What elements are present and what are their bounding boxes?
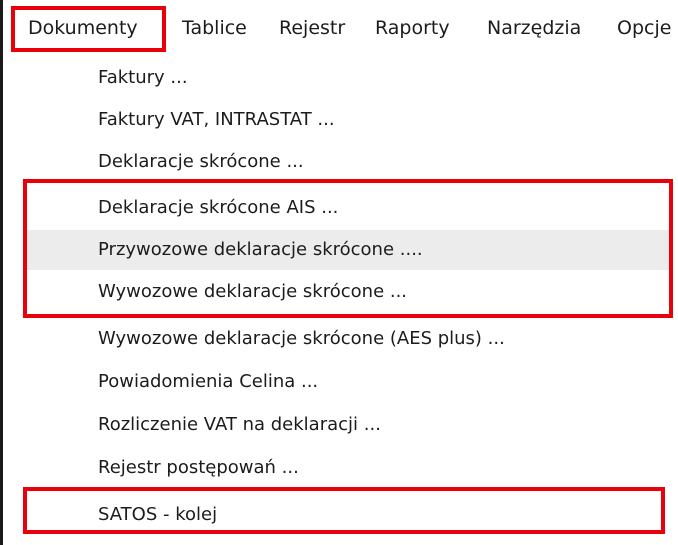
- menu-item-deklaracje-skrocone[interactable]: Deklaracje skrócone ...: [23, 142, 673, 182]
- menu-dokumenty[interactable]: Dokumenty: [28, 14, 138, 42]
- menu-bar: Dokumenty Tablice Rejestr Raporty Narzęd…: [3, 0, 678, 58]
- menu-item-label: Deklaracje skrócone AIS ...: [98, 197, 339, 218]
- menu-raporty[interactable]: Raporty: [375, 14, 450, 42]
- menu-item-label: Deklaracje skrócone ...: [98, 151, 304, 172]
- menu-item-rejestr-postepowan[interactable]: Rejestr postępowań ...: [23, 448, 673, 488]
- menu-item-label: Wywozowe deklaracje skrócone (AES plus) …: [98, 328, 505, 349]
- menu-item-label: Przywozowe deklaracje skrócone ....: [98, 239, 423, 260]
- dokumenty-dropdown-menu: Faktury ... Faktury VAT, INTRASTAT ... D…: [10, 58, 678, 545]
- menu-item-wywozowe-deklaracje[interactable]: Wywozowe deklaracje skrócone ...: [23, 272, 673, 312]
- app-window: Dokumenty Tablice Rejestr Raporty Narzęd…: [0, 0, 678, 545]
- menu-item-powiadomienia-celina[interactable]: Powiadomienia Celina ...: [23, 362, 673, 402]
- menu-item-faktury[interactable]: Faktury ...: [23, 58, 673, 98]
- menu-item-label: Powiadomienia Celina ...: [98, 371, 319, 392]
- menu-item-satos-kolej[interactable]: SATOS - kolej: [23, 495, 673, 535]
- menu-tablice[interactable]: Tablice: [182, 14, 247, 42]
- window-left-border: [0, 0, 3, 545]
- menu-rejestr[interactable]: Rejestr: [279, 14, 345, 42]
- menu-opcje[interactable]: Opcje: [617, 14, 671, 42]
- menu-item-faktury-vat-intrastat[interactable]: Faktury VAT, INTRASTAT ...: [23, 100, 673, 140]
- menu-item-przywozowe-deklaracje[interactable]: Przywozowe deklaracje skrócone ....: [23, 230, 673, 270]
- menu-item-label: SATOS - kolej: [98, 504, 218, 525]
- menu-item-label: Rejestr postępowań ...: [98, 457, 299, 478]
- menu-item-label: Rozliczenie VAT na deklaracji ...: [98, 414, 381, 435]
- menu-item-wywozowe-aes-plus[interactable]: Wywozowe deklaracje skrócone (AES plus) …: [23, 319, 673, 359]
- menu-narzedzia[interactable]: Narzędzia: [487, 14, 581, 42]
- menu-item-label: Faktury ...: [98, 67, 188, 88]
- menu-item-label: Faktury VAT, INTRASTAT ...: [98, 109, 335, 130]
- menu-item-label: Wywozowe deklaracje skrócone ...: [98, 281, 408, 302]
- menu-item-rozliczenie-vat[interactable]: Rozliczenie VAT na deklaracji ...: [23, 405, 673, 445]
- menu-item-deklaracje-skrocone-ais[interactable]: Deklaracje skrócone AIS ...: [23, 188, 673, 228]
